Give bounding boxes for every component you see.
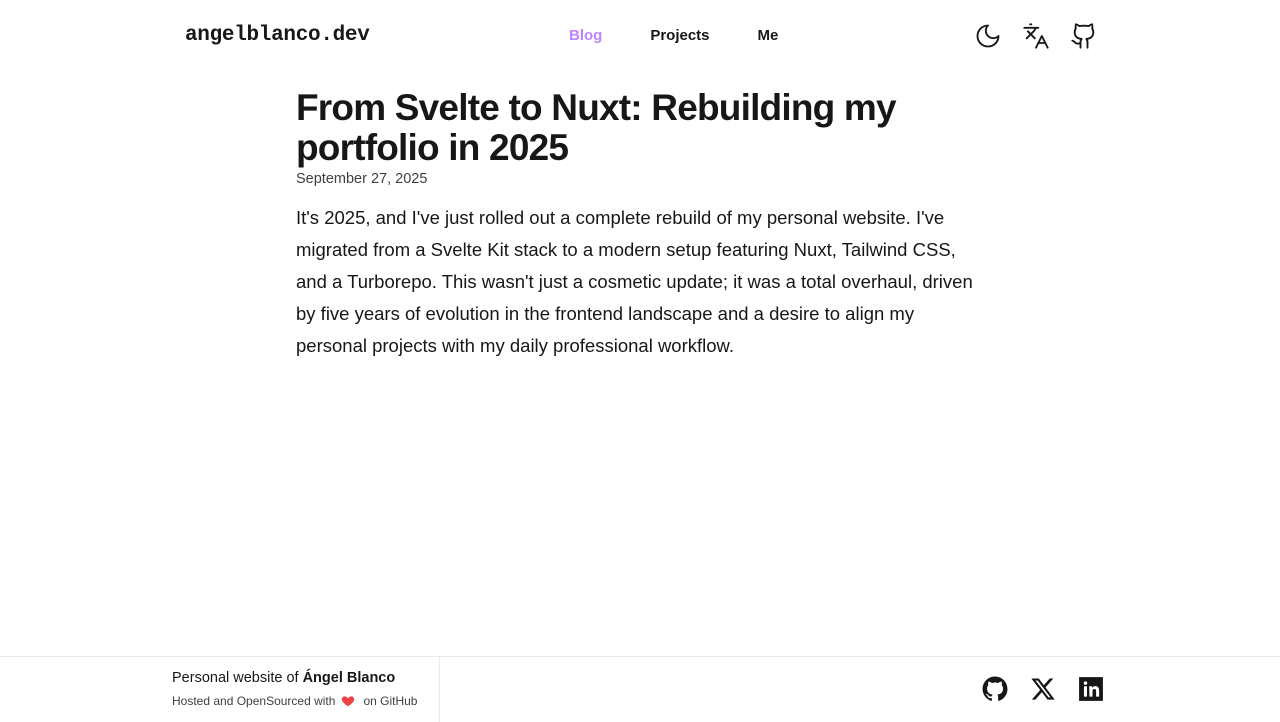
site-header: angelblanco.dev Blog Projects Me (0, 0, 1280, 72)
linkedin-icon[interactable] (1078, 676, 1104, 702)
article-title: From Svelte to Nuxt: Rebuilding my portf… (296, 87, 897, 168)
main-nav: Blog Projects Me (569, 27, 778, 47)
blog-article: From Svelte to Nuxt: Rebuilding my portf… (296, 88, 996, 362)
footer-github-link[interactable]: on GitHub (363, 694, 417, 708)
article-date: September 27, 2025 (296, 171, 428, 187)
article-body: It's 2025, and I've just rolled out a co… (296, 207, 973, 356)
nav-me[interactable]: Me (758, 27, 779, 47)
site-logo[interactable]: angelblanco.dev (185, 24, 370, 47)
social-links (982, 676, 1104, 702)
footer-owner-prefix: Personal website of (172, 670, 299, 686)
site-footer: Personal website of Ángel Blanco Hosted … (0, 656, 1280, 722)
translate-icon[interactable] (1022, 21, 1050, 51)
footer-info: Personal website of Ángel Blanco Hosted … (172, 657, 440, 722)
nav-blog[interactable]: Blog (569, 27, 602, 47)
footer-owner-name[interactable]: Ángel Blanco (303, 670, 396, 686)
footer-hosted-prefix: Hosted and OpenSourced with (172, 694, 336, 708)
github-icon[interactable] (982, 676, 1008, 702)
moon-icon[interactable] (974, 21, 1002, 51)
heart-icon (341, 694, 355, 708)
footer-hosted-line: Hosted and OpenSourced with on GitHub (172, 694, 417, 708)
header-actions (974, 21, 1098, 51)
nav-projects[interactable]: Projects (650, 27, 709, 47)
footer-owner-line: Personal website of Ángel Blanco (172, 670, 395, 686)
x-icon[interactable] (1030, 676, 1056, 702)
page: angelblanco.dev Blog Projects Me From Sv… (0, 0, 1280, 722)
github-icon[interactable] (1070, 21, 1098, 51)
